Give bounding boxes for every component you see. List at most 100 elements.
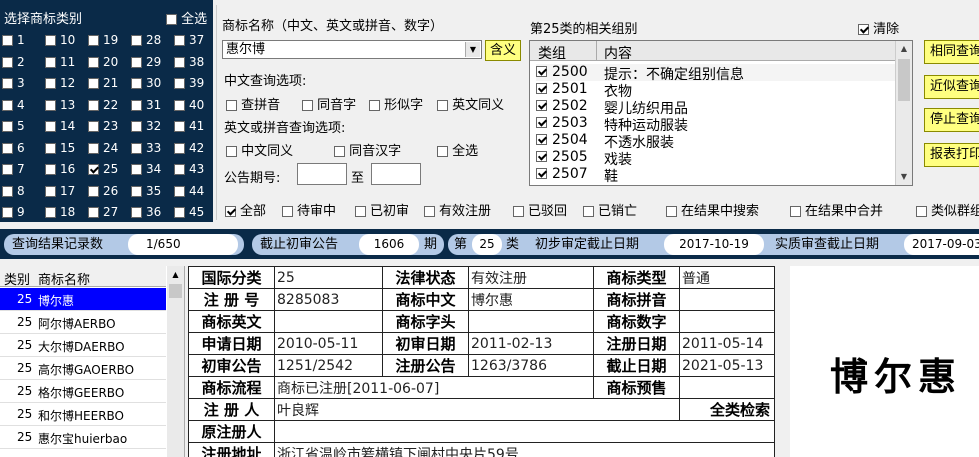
- option-checkbox[interactable]: [302, 100, 313, 111]
- category-checkbox[interactable]: [131, 35, 142, 46]
- result-list-scrollbar[interactable]: ▲: [167, 266, 184, 457]
- scroll-thumb[interactable]: [169, 284, 182, 298]
- category-checkbox[interactable]: [88, 56, 99, 68]
- category-checkbox[interactable]: [88, 99, 99, 111]
- category-checkbox[interactable]: [45, 185, 56, 197]
- category-checkbox[interactable]: [131, 99, 142, 111]
- cn-option-3[interactable]: 英文同义: [437, 94, 504, 113]
- table-row[interactable]: 25 阿尔博AERBO: [0, 311, 166, 334]
- category-41[interactable]: 41: [174, 119, 216, 135]
- category-12[interactable]: 12: [45, 76, 87, 92]
- group-checkbox[interactable]: [536, 168, 547, 179]
- category-checkbox[interactable]: [2, 207, 13, 218]
- category-3[interactable]: 3: [2, 76, 44, 92]
- category-checkbox[interactable]: [88, 207, 99, 218]
- category-8[interactable]: 8: [2, 184, 44, 200]
- category-30[interactable]: 30: [131, 76, 173, 92]
- category-checkbox[interactable]: [174, 121, 185, 132]
- chevron-down-icon[interactable]: ▼: [465, 42, 480, 57]
- category-checkbox[interactable]: [88, 164, 99, 175]
- category-38[interactable]: 38: [174, 55, 216, 71]
- category-checkbox[interactable]: [88, 78, 99, 89]
- filter-option-1[interactable]: 待审中: [282, 200, 336, 219]
- category-11[interactable]: 11: [45, 55, 87, 71]
- group-checkbox[interactable]: [536, 83, 547, 94]
- filter-checkbox[interactable]: [355, 206, 366, 217]
- filter-option-2[interactable]: 已初审: [355, 200, 409, 219]
- category-44[interactable]: 44: [174, 184, 216, 200]
- category-43[interactable]: 43: [174, 162, 216, 178]
- category-42[interactable]: 42: [174, 141, 216, 157]
- table-row[interactable]: 25 大尔博DAERBO: [0, 334, 166, 357]
- category-checkbox[interactable]: [174, 99, 185, 111]
- category-36[interactable]: 36: [131, 205, 173, 221]
- cn-option-2[interactable]: 形似字: [369, 94, 423, 113]
- en-option-1[interactable]: 同音汉字: [334, 140, 401, 159]
- category-39[interactable]: 39: [174, 76, 216, 92]
- category-23[interactable]: 23: [88, 119, 130, 135]
- clear-groups[interactable]: 清除: [858, 18, 899, 37]
- category-checkbox[interactable]: [45, 121, 56, 132]
- category-10[interactable]: 10: [45, 33, 87, 49]
- table-row[interactable]: 25 惠尔宝huierbao: [0, 426, 166, 449]
- issue-from-input[interactable]: [297, 163, 347, 185]
- category-21[interactable]: 21: [88, 76, 130, 92]
- cn-option-1[interactable]: 同音字: [302, 94, 356, 113]
- category-19[interactable]: 19: [88, 33, 130, 49]
- category-22[interactable]: 22: [88, 98, 130, 114]
- category-9[interactable]: 9: [2, 205, 44, 221]
- category-40[interactable]: 40: [174, 98, 216, 114]
- filter-option-6[interactable]: 在结果中搜索: [666, 200, 759, 219]
- filter-option-7[interactable]: 在结果中合并: [790, 200, 883, 219]
- scroll-up-icon[interactable]: ▲: [167, 266, 184, 283]
- table-row[interactable]: 25 博尔惠: [0, 288, 166, 311]
- category-29[interactable]: 29: [131, 55, 173, 71]
- category-checkbox[interactable]: [131, 78, 142, 89]
- category-28[interactable]: 28: [131, 33, 173, 49]
- category-checkbox[interactable]: [45, 56, 56, 68]
- category-1[interactable]: 1: [2, 33, 44, 49]
- scroll-up-icon[interactable]: ▲: [896, 41, 912, 57]
- category-checkbox[interactable]: [45, 164, 56, 175]
- action-button-3[interactable]: 报表打印: [924, 143, 979, 167]
- table-row[interactable]: 25 和尔博HEERBO: [0, 403, 166, 426]
- meaning-button[interactable]: 含义: [485, 40, 521, 61]
- category-checkbox[interactable]: [174, 164, 185, 175]
- filter-option-5[interactable]: 已销亡: [583, 200, 637, 219]
- group-checkbox[interactable]: [536, 117, 547, 128]
- category-checkbox[interactable]: [45, 142, 56, 154]
- category-4[interactable]: 4: [2, 98, 44, 114]
- filter-checkbox[interactable]: [424, 206, 435, 217]
- group-row-2501[interactable]: 2501 衣物: [536, 81, 896, 100]
- group-row-2504[interactable]: 2504 不透水服装: [536, 132, 896, 151]
- cn-option-0[interactable]: 查拼音: [226, 94, 280, 113]
- category-5[interactable]: 5: [2, 119, 44, 135]
- action-button-1[interactable]: 近似查询: [924, 75, 979, 99]
- category-15[interactable]: 15: [45, 141, 87, 157]
- group-checkbox[interactable]: [536, 66, 547, 77]
- category-checkbox[interactable]: [88, 121, 99, 132]
- group-row-2500[interactable]: 2500 提示：不确定组别信息: [536, 64, 896, 83]
- category-checkbox[interactable]: [88, 142, 99, 154]
- issue-to-input[interactable]: [371, 163, 421, 185]
- tm-name-combobox[interactable]: 惠尔博 ▼: [222, 40, 482, 59]
- group-checkbox[interactable]: [536, 134, 547, 145]
- category-6[interactable]: 6: [2, 141, 44, 157]
- category-33[interactable]: 33: [131, 141, 173, 157]
- category-45[interactable]: 45: [174, 205, 216, 221]
- category-20[interactable]: 20: [88, 55, 130, 71]
- category-checkbox[interactable]: [174, 78, 185, 89]
- option-checkbox[interactable]: [369, 100, 380, 111]
- table-row[interactable]: 25 高尔博GAOERBO: [0, 357, 166, 380]
- filter-checkbox[interactable]: [790, 206, 801, 217]
- category-checkbox[interactable]: [131, 142, 142, 154]
- category-31[interactable]: 31: [131, 98, 173, 114]
- filter-option-8[interactable]: 类似群组: [916, 200, 979, 219]
- category-checkbox[interactable]: [131, 56, 142, 68]
- filter-checkbox[interactable]: [583, 206, 594, 217]
- group-row-2507[interactable]: 2507 鞋: [536, 166, 896, 185]
- category-checkbox[interactable]: [45, 207, 56, 218]
- action-button-0[interactable]: 相同查询: [924, 40, 979, 64]
- group-row-2503[interactable]: 2503 特种运动服装: [536, 115, 896, 134]
- action-button-2[interactable]: 停止查询: [924, 108, 979, 132]
